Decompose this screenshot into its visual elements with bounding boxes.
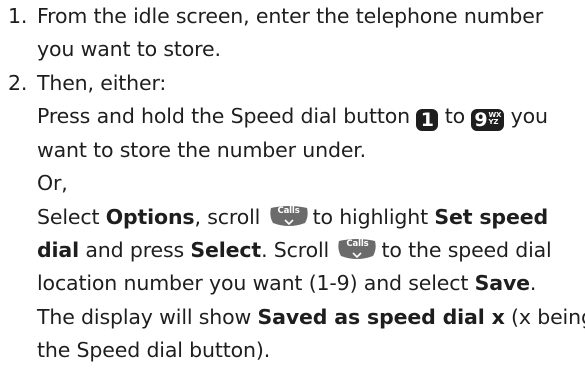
- display-line-2: the Speed dial button).: [37, 338, 271, 363]
- or-text: Or,: [37, 171, 68, 196]
- option-hold-line-1: Press and hold the Speed dial button 1 t…: [37, 104, 548, 132]
- instruction-document: 1. From the idle screen, enter the telep…: [0, 0, 585, 392]
- display-line-1: The display will show Saved as speed dia…: [37, 304, 585, 329]
- option-select-line-1: Select Options, scroll Calls to highligh…: [37, 204, 548, 229]
- step-body: From the idle screen, enter the telephon…: [37, 0, 582, 67]
- option-select-line-2: dial and press Select. Scroll Calls to t…: [37, 237, 552, 262]
- step-1-line-1: From the idle screen, enter the telephon…: [37, 4, 543, 28]
- step-number: 2.: [8, 71, 28, 95]
- option-select-line-3: location number you want (1-9) and selec…: [37, 271, 537, 296]
- step-number: 1.: [8, 4, 28, 28]
- option-hold-line-2: want to store the number under.: [37, 137, 367, 162]
- calls-nav-icon: Calls: [269, 205, 309, 227]
- step-body: Then, either: Press and hold the Speed d…: [37, 67, 585, 368]
- key-9-letters: WX YZ: [488, 111, 502, 127]
- step-2-intro: Then, either:: [37, 71, 167, 95]
- key-1-icon: 1: [416, 109, 439, 132]
- calls-nav-icon: Calls: [337, 238, 377, 260]
- step-1-line-2: you want to store.: [37, 37, 221, 62]
- key-9-icon: 9WX YZ: [471, 109, 505, 132]
